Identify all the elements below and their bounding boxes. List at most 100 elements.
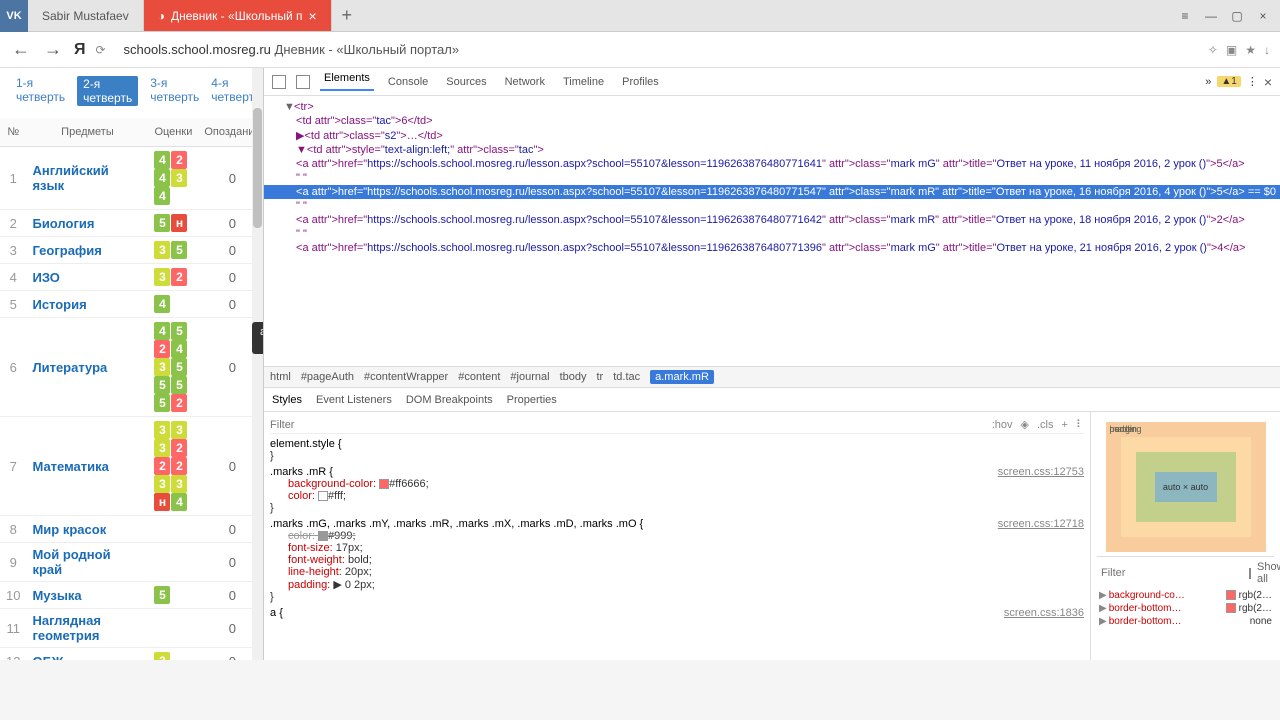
mark-badge[interactable]: 3: [154, 439, 170, 457]
close-window-icon[interactable]: ×: [1254, 7, 1272, 25]
mark-badge[interactable]: 4: [154, 169, 170, 187]
subject-link[interactable]: Наглядная геометрия: [26, 609, 148, 648]
inspect-icon[interactable]: [272, 75, 286, 89]
subject-link[interactable]: Мир красок: [26, 516, 148, 543]
back-button[interactable]: ←: [10, 39, 32, 60]
device-icon[interactable]: [296, 75, 310, 89]
breadcrumb-item[interactable]: td.tac: [613, 371, 640, 383]
show-all-checkbox[interactable]: [1249, 568, 1251, 579]
tab-dom-breakpoints[interactable]: DOM Breakpoints: [406, 394, 493, 406]
box-model[interactable]: margin border padding auto × auto: [1106, 422, 1266, 552]
mark-badge[interactable]: 5: [171, 322, 187, 340]
forward-button[interactable]: →: [42, 39, 64, 60]
mark-badge[interactable]: 4: [171, 340, 187, 358]
tab-network[interactable]: Network: [501, 76, 549, 88]
computed-filter-input[interactable]: [1101, 567, 1243, 579]
mark-badge[interactable]: 4: [154, 151, 170, 169]
quarter-2-selected[interactable]: 2-я четверть: [77, 76, 138, 106]
add-rule-icon[interactable]: +: [1062, 419, 1068, 431]
tab-timeline[interactable]: Timeline: [559, 76, 608, 88]
subject-link[interactable]: Математика: [26, 417, 148, 516]
mark-badge[interactable]: 2: [154, 340, 170, 358]
devtools-close-icon[interactable]: ×: [1264, 74, 1272, 90]
mark-badge[interactable]: 5: [154, 214, 170, 232]
paper-plane-icon[interactable]: ✧: [1208, 43, 1218, 57]
mark-badge[interactable]: 2: [171, 268, 187, 286]
breadcrumb-item[interactable]: a.mark.mR: [650, 370, 714, 384]
subject-link[interactable]: История: [26, 291, 148, 318]
subject-link[interactable]: ИЗО: [26, 264, 148, 291]
maximize-icon[interactable]: ▢: [1228, 7, 1246, 25]
mark-badge[interactable]: 4: [171, 493, 187, 511]
subject-link[interactable]: ОБЖ: [26, 648, 148, 661]
mark-badge[interactable]: 3: [154, 241, 170, 259]
subject-link[interactable]: Биология: [26, 210, 148, 237]
star-icon[interactable]: ★: [1245, 43, 1256, 57]
mark-badge[interactable]: 5: [154, 586, 170, 604]
subject-link[interactable]: Литература: [26, 318, 148, 417]
mark-badge[interactable]: 3: [154, 358, 170, 376]
tab-elements[interactable]: Elements: [320, 72, 374, 91]
mark-badge[interactable]: 3: [171, 475, 187, 493]
shield-icon[interactable]: ▣: [1226, 43, 1237, 57]
url-field[interactable]: schools.school.mosreg.ru Дневник - «Школ…: [124, 42, 1198, 57]
devtools-menu-icon[interactable]: ⋮: [1247, 75, 1258, 88]
mark-badge[interactable]: 5: [154, 376, 170, 394]
mark-badge[interactable]: 5: [171, 241, 187, 259]
hov-toggle[interactable]: :hov: [992, 419, 1013, 431]
mark-badge[interactable]: 2: [171, 439, 187, 457]
tab-styles[interactable]: Styles: [272, 394, 302, 406]
tab-sources[interactable]: Sources: [442, 76, 490, 88]
subject-link[interactable]: География: [26, 237, 148, 264]
tab-profiles[interactable]: Profiles: [618, 76, 663, 88]
mark-badge[interactable]: 2: [171, 457, 187, 475]
breadcrumb-item[interactable]: #journal: [510, 371, 549, 383]
mark-badge[interactable]: 5: [171, 376, 187, 394]
breadcrumb-item[interactable]: tr: [596, 371, 603, 383]
breadcrumb-item[interactable]: tbody: [560, 371, 587, 383]
tab-properties[interactable]: Properties: [507, 394, 557, 406]
reload-icon[interactable]: ⟳: [96, 43, 114, 57]
tab-event-listeners[interactable]: Event Listeners: [316, 394, 392, 406]
chevron-icon[interactable]: »: [1205, 76, 1211, 88]
mark-badge[interactable]: н: [154, 493, 170, 511]
mark-badge[interactable]: 5: [171, 358, 187, 376]
mark-badge[interactable]: 3: [171, 421, 187, 439]
mark-badge[interactable]: 2: [171, 394, 187, 412]
breadcrumb-item[interactable]: #pageAuth: [301, 371, 354, 383]
new-tab-button[interactable]: +: [332, 0, 362, 31]
mark-badge[interactable]: 3: [154, 652, 170, 660]
tab-active[interactable]: ◑ Дневник - «Школьный п ×: [144, 0, 332, 31]
mark-badge[interactable]: 4: [154, 295, 170, 313]
mark-badge[interactable]: 2: [154, 457, 170, 475]
more-icon[interactable]: ⠇: [1076, 418, 1084, 431]
styles-filter-input[interactable]: [270, 419, 984, 431]
minimize-icon[interactable]: —: [1202, 7, 1220, 25]
page-scrollbar[interactable]: [252, 68, 263, 660]
mark-badge[interactable]: 5: [154, 394, 170, 412]
breadcrumb-item[interactable]: #content: [458, 371, 500, 383]
close-icon[interactable]: ×: [309, 8, 317, 24]
mark-badge[interactable]: 4: [154, 322, 170, 340]
subject-link[interactable]: Музыка: [26, 582, 148, 609]
warning-badge[interactable]: ▲1: [1217, 76, 1240, 87]
subject-link[interactable]: Мой родной край: [26, 543, 148, 582]
mark-badge[interactable]: 3: [154, 268, 170, 286]
dom-tree[interactable]: ▼<tr><td attr">class="tac">6</td>▶<td at…: [264, 96, 1280, 366]
breadcrumb-item[interactable]: html: [270, 371, 291, 383]
mark-badge[interactable]: 2: [171, 151, 187, 169]
menu-icon[interactable]: ≡: [1176, 7, 1194, 25]
pin-icon[interactable]: ◈: [1021, 418, 1029, 431]
download-icon[interactable]: ↓: [1264, 43, 1270, 57]
mark-badge[interactable]: н: [171, 214, 187, 232]
subject-link[interactable]: Английский язык: [26, 147, 148, 210]
vk-icon[interactable]: VK: [0, 0, 28, 32]
breadcrumb-item[interactable]: #contentWrapper: [364, 371, 448, 383]
quarter-3[interactable]: 3-я четверть: [150, 76, 199, 106]
mark-badge[interactable]: 3: [154, 475, 170, 493]
cls-toggle[interactable]: .cls: [1037, 419, 1054, 431]
mark-badge[interactable]: 4: [154, 187, 170, 205]
tab-console[interactable]: Console: [384, 76, 432, 88]
quarter-1[interactable]: 1-я четверть: [16, 76, 65, 106]
yandex-logo[interactable]: Я: [74, 41, 86, 59]
